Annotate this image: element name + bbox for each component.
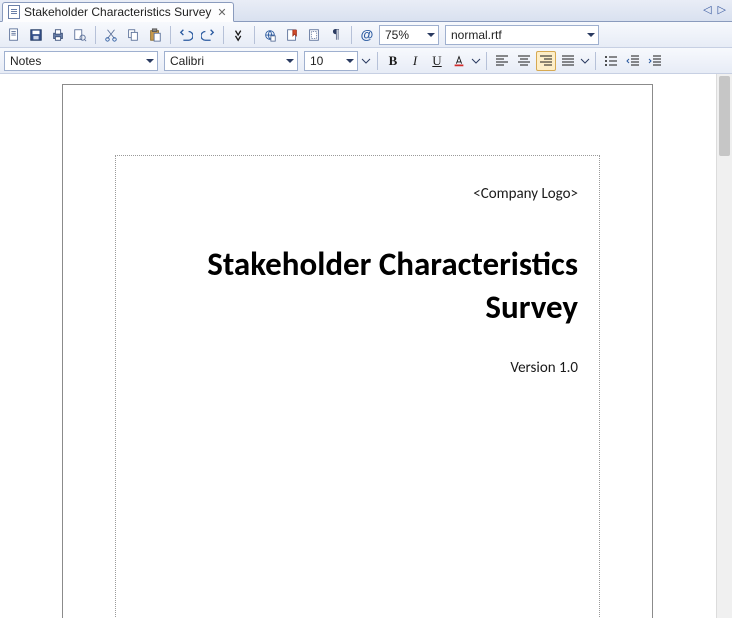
toolbar-main: ¶ @ 75% normal.rtf <box>0 22 732 48</box>
bold-button[interactable]: B <box>383 51 403 71</box>
underline-button[interactable]: U <box>427 51 447 71</box>
redo-button[interactable] <box>198 25 218 45</box>
bullet-list-button[interactable] <box>601 51 621 71</box>
document-tab[interactable]: Stakeholder Characteristics Survey ✕ <box>2 2 234 22</box>
document-version: Version 1.0 <box>171 359 578 377</box>
align-left-button[interactable] <box>492 51 512 71</box>
align-center-button[interactable] <box>514 51 534 71</box>
undo-button[interactable] <box>176 25 196 45</box>
align-justify-button[interactable] <box>558 51 578 71</box>
at-button[interactable]: @ <box>357 25 377 45</box>
pilcrow-button[interactable]: ¶ <box>326 25 346 45</box>
title-line-2: Survey <box>485 287 578 327</box>
document-icon <box>8 5 20 19</box>
paragraph-style-value: Notes <box>10 54 41 68</box>
template-combo[interactable]: normal.rtf <box>445 25 599 45</box>
font-size-combo[interactable]: 10 <box>304 51 358 71</box>
zoom-combo[interactable]: 75% <box>379 25 439 45</box>
print-preview-button[interactable] <box>70 25 90 45</box>
title-line-1: Stakeholder Characteristics <box>207 244 578 284</box>
document-workspace: <Company Logo> Stakeholder Characteristi… <box>0 74 732 618</box>
font-combo[interactable]: Calibri <box>164 51 298 71</box>
tab-next-button[interactable]: ▷ <box>718 3 726 16</box>
increase-indent-button[interactable] <box>645 51 665 71</box>
paragraph-style-combo[interactable]: Notes <box>4 51 158 71</box>
decrease-indent-button[interactable] <box>623 51 643 71</box>
document-page[interactable]: <Company Logo> Stakeholder Characteristi… <box>62 84 653 618</box>
save-button[interactable] <box>26 25 46 45</box>
font-size-dropdown[interactable] <box>360 51 372 71</box>
tab-nav: ◁ ▷ <box>703 3 726 16</box>
document-title: Stakeholder Characteristics Survey <box>171 243 578 329</box>
print-button[interactable] <box>48 25 68 45</box>
cut-button[interactable] <box>101 25 121 45</box>
document-content: <Company Logo> Stakeholder Characteristi… <box>115 155 600 385</box>
paste-button[interactable] <box>145 25 165 45</box>
font-value: Calibri <box>170 54 204 68</box>
template-value: normal.rtf <box>451 28 502 42</box>
align-dropdown[interactable] <box>580 51 590 71</box>
italic-button[interactable]: I <box>405 51 425 71</box>
new-button[interactable] <box>4 25 24 45</box>
font-color-button[interactable] <box>449 51 469 71</box>
vertical-scrollbar[interactable] <box>716 74 732 618</box>
page-setup-button[interactable] <box>304 25 324 45</box>
tab-close-button[interactable]: ✕ <box>217 6 226 19</box>
find-button[interactable] <box>229 25 249 45</box>
scrollbar-thumb[interactable] <box>719 76 730 156</box>
font-size-value: 10 <box>310 54 323 68</box>
bookmark-button[interactable] <box>282 25 302 45</box>
link-button[interactable] <box>260 25 280 45</box>
tab-bar: Stakeholder Characteristics Survey ✕ ◁ ▷ <box>0 0 732 22</box>
tab-title: Stakeholder Characteristics Survey <box>24 5 211 19</box>
align-right-button[interactable] <box>536 51 556 71</box>
tab-prev-button[interactable]: ◁ <box>703 3 711 16</box>
logo-placeholder: <Company Logo> <box>171 185 578 203</box>
toolbar-format: Notes Calibri 10 B I U <box>0 48 732 74</box>
copy-button[interactable] <box>123 25 143 45</box>
font-color-dropdown[interactable] <box>471 51 481 71</box>
zoom-value: 75% <box>385 28 409 42</box>
